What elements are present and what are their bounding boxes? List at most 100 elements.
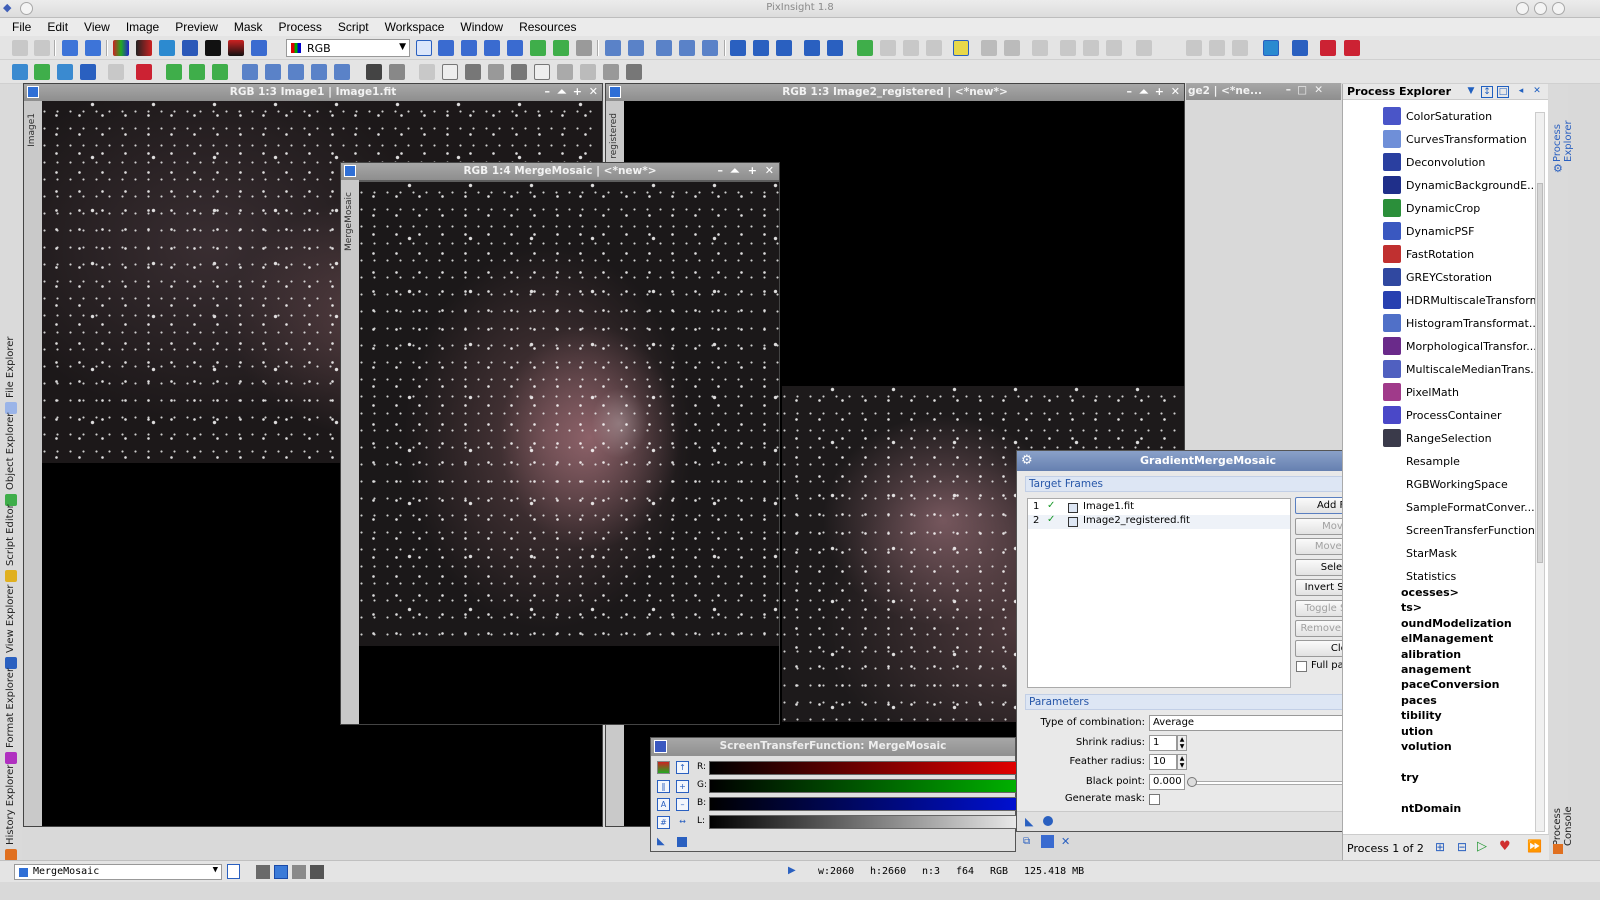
close-icon[interactable]: ✕ [589, 85, 598, 98]
process-icon[interactable] [108, 64, 124, 80]
dock-left-icon[interactable]: ◂ [1515, 86, 1527, 98]
stf-bar-blue[interactable] [709, 797, 1017, 811]
mask-remove-icon[interactable] [926, 40, 942, 56]
process-category[interactable]: ntDomain [1401, 802, 1461, 815]
stf-bar-lightness[interactable] [709, 815, 1017, 829]
menu-file[interactable]: File [4, 18, 39, 36]
menu-mask[interactable]: Mask [226, 18, 271, 36]
zoom-to-fit-icon[interactable] [753, 40, 769, 56]
menu-workspace[interactable]: Workspace [377, 18, 453, 36]
transparency-icon[interactable] [534, 64, 550, 80]
close-icon[interactable]: ✕ [1171, 85, 1180, 98]
pointer-icon[interactable] [576, 40, 592, 56]
next-icon[interactable]: ⏩ [1527, 839, 1542, 853]
checkmark-icon[interactable]: ✓ [1047, 514, 1055, 525]
stf-bar-green[interactable] [709, 779, 1017, 793]
process-list-scrollbar[interactable] [1535, 112, 1545, 832]
merge-window[interactable]: RGB 1:4 MergeMosaic | <*new*> – ⏶ + ✕ Me… [340, 162, 780, 725]
script-stop-icon[interactable] [1232, 40, 1248, 56]
view-mode-icon[interactable] [310, 865, 324, 879]
scrollbar-thumb[interactable] [1537, 183, 1543, 563]
menu-image[interactable]: Image [118, 18, 167, 36]
feather-radius-stepper[interactable]: ▲ ▼ [1177, 754, 1187, 770]
menu-view[interactable]: View [76, 18, 118, 36]
blue-channel-icon[interactable] [182, 40, 198, 56]
stf-channel-r[interactable]: R: [651, 760, 1017, 776]
mask-enable-icon[interactable] [857, 40, 873, 56]
shrink-radius-stepper[interactable]: ▲ ▼ [1177, 735, 1187, 751]
process-category[interactable]: anagement [1401, 663, 1471, 676]
process-category[interactable]: ocesses> [1401, 586, 1459, 599]
composite-icon[interactable] [251, 40, 267, 56]
transparency-icon[interactable] [626, 64, 642, 80]
close-icon[interactable] [442, 64, 458, 80]
crop-tool-icon[interactable] [1083, 40, 1099, 56]
new-instance-icon[interactable]: ◣ [1025, 815, 1033, 828]
close-icon[interactable]: ✕ [1314, 84, 1323, 96]
mirror-vertical-icon[interactable] [334, 64, 350, 80]
transparency-icon[interactable] [465, 64, 481, 80]
maximize-icon[interactable]: + [573, 85, 582, 98]
process-icon[interactable] [212, 64, 228, 80]
target-frames-list[interactable]: 1 ✓ Image1.fit 2 ✓ Image2_registered.fit [1027, 498, 1291, 688]
shrink-radius-field[interactable]: 1 [1149, 735, 1177, 751]
tab-process-console[interactable]: Process Console [1552, 772, 1574, 846]
zoom-1-4-icon[interactable] [702, 40, 718, 56]
process-category[interactable]: paceConversion [1401, 678, 1500, 691]
stf-link-icon[interactable] [981, 40, 997, 56]
merge-canvas[interactable] [359, 182, 779, 724]
menu-window[interactable]: Window [452, 18, 511, 36]
rotate-180-icon[interactable] [288, 64, 304, 80]
list-item[interactable]: 1 ✓ Image1.fit [1028, 500, 1290, 515]
process-icon[interactable] [57, 64, 73, 80]
execute-icon[interactable]: ▷ [1477, 839, 1487, 854]
hidden-window-title[interactable]: ge2 | <*ne... – □ ✕ [1186, 83, 1341, 100]
process-category[interactable]: oundModelization [1401, 617, 1512, 630]
new-instance-icon[interactable]: ◣ [657, 836, 665, 847]
black-point-slider-handle[interactable] [1187, 777, 1197, 787]
zoom-out-icon[interactable] [628, 40, 644, 56]
process-icon[interactable] [136, 64, 152, 80]
rotate-left-icon[interactable] [242, 64, 258, 80]
redo-icon[interactable] [34, 40, 50, 56]
play-icon[interactable]: ▶ [788, 865, 796, 876]
red-channel-icon[interactable] [136, 40, 152, 56]
menu-script[interactable]: Script [330, 18, 377, 36]
mask-invert-icon[interactable] [903, 40, 919, 56]
transparency-icon[interactable] [580, 64, 596, 80]
minimize-icon[interactable]: – [1127, 85, 1133, 98]
minimize-button[interactable] [1516, 2, 1529, 15]
menu-edit[interactable]: Edit [39, 18, 76, 36]
transparency-icon[interactable] [603, 64, 619, 80]
process-icon[interactable] [166, 64, 182, 80]
black-point-field[interactable]: 0.000 [1149, 774, 1185, 790]
transparency-icon[interactable] [488, 64, 504, 80]
close-icon[interactable]: ✕ [1061, 835, 1070, 848]
checkmark-icon[interactable]: ✓ [1047, 500, 1055, 511]
display-mode-icon[interactable] [419, 64, 435, 80]
menu-resources[interactable]: Resources [511, 18, 584, 36]
feather-radius-field[interactable]: 10 [1149, 754, 1177, 770]
shade-icon[interactable]: ⏶ [557, 85, 566, 99]
transparency-icon[interactable] [557, 64, 573, 80]
tab-object-explorer[interactable]: Object Explorer [2, 413, 20, 506]
maximize-icon[interactable]: □ [1297, 84, 1307, 96]
undo-icon[interactable] [12, 40, 28, 56]
process-category[interactable]: ution [1401, 725, 1433, 738]
process-category[interactable]: paces [1401, 694, 1437, 707]
apply-icon[interactable] [677, 837, 687, 847]
process-icon[interactable] [189, 64, 205, 80]
close-button[interactable] [1552, 2, 1565, 15]
menu-preview[interactable]: Preview [167, 18, 226, 36]
transparency-icon[interactable] [511, 64, 527, 80]
zoom-in-icon[interactable] [605, 40, 621, 56]
minimize-icon[interactable]: – [545, 85, 551, 98]
rgb-workspace-icon[interactable] [1320, 40, 1336, 56]
script-debug-icon[interactable] [1209, 40, 1225, 56]
full-paths-checkbox[interactable] [1296, 661, 1307, 672]
maximize-icon[interactable]: + [748, 164, 757, 177]
rotate-tool-icon[interactable] [1106, 40, 1122, 56]
stf-toggle-icon[interactable] [953, 40, 969, 56]
tab-process-explorer[interactable]: Process Explorer [1552, 84, 1574, 162]
edit-preview-icon[interactable] [553, 40, 569, 56]
